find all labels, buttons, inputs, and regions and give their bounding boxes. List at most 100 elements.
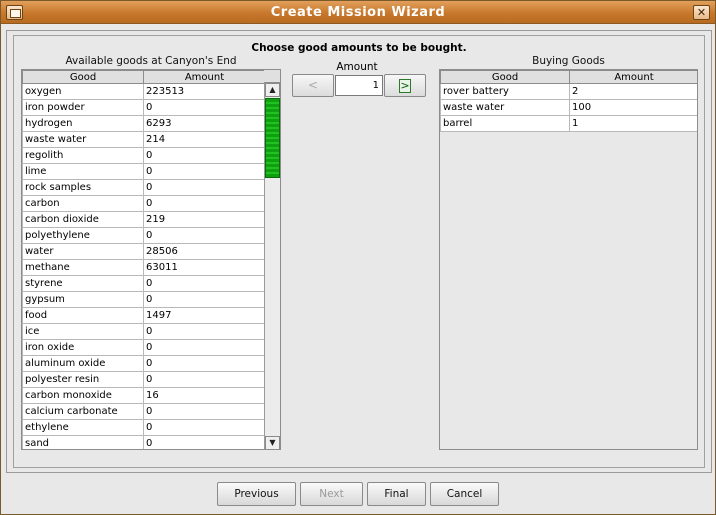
good-amount-cell[interactable]: 223513: [143, 83, 266, 100]
good-amount-cell[interactable]: 0: [143, 99, 266, 116]
increase-amount-button[interactable]: >: [384, 74, 426, 97]
table-row[interactable]: barrel 1: [440, 115, 697, 132]
good-name-cell[interactable]: ice: [22, 323, 144, 340]
good-name-cell[interactable]: regolith: [22, 147, 144, 164]
good-amount-cell[interactable]: 0: [143, 147, 266, 164]
good-name-cell[interactable]: iron oxide: [22, 339, 144, 356]
table-row[interactable]: waste water 214: [22, 131, 266, 148]
table-row[interactable]: waste water 100: [440, 99, 697, 116]
good-amount-cell[interactable]: 214: [143, 131, 266, 148]
table-row[interactable]: carbon 0: [22, 195, 266, 212]
good-name-cell[interactable]: iron powder: [22, 99, 144, 116]
next-button[interactable]: Next: [300, 482, 363, 506]
good-amount-cell[interactable]: 0: [143, 163, 266, 180]
scroll-down-icon[interactable]: ▼: [265, 436, 280, 449]
table-row[interactable]: gypsum 0: [22, 291, 266, 308]
title-bar[interactable]: Create Mission Wizard ✕: [1, 1, 715, 24]
good-name-cell[interactable]: food: [22, 307, 144, 324]
amount-label: Amount: [336, 61, 378, 73]
good-name-cell[interactable]: water: [22, 243, 144, 260]
table-row[interactable]: rover battery 2: [440, 83, 697, 100]
good-amount-cell[interactable]: 0: [143, 403, 266, 420]
good-amount-cell[interactable]: 0: [143, 419, 266, 436]
table-row[interactable]: iron oxide 0: [22, 339, 266, 356]
good-amount-cell[interactable]: 63011: [143, 259, 266, 276]
good-amount-cell[interactable]: 0: [143, 355, 266, 372]
good-amount-cell[interactable]: 100: [569, 99, 697, 116]
available-goods-scrollbar[interactable]: ▲ ▼: [264, 70, 280, 449]
good-name-cell[interactable]: styrene: [22, 275, 144, 292]
good-amount-cell[interactable]: 219: [143, 211, 266, 228]
good-amount-cell[interactable]: 0: [143, 371, 266, 388]
good-name-cell[interactable]: sand: [22, 435, 144, 449]
good-amount-cell[interactable]: 0: [143, 275, 266, 292]
available-goods-table: Good Amount oxygen 223513 iron powder 0 hydr…: [21, 69, 281, 450]
table-row[interactable]: iron powder 0: [22, 99, 266, 116]
good-name-cell[interactable]: waste water: [440, 99, 570, 116]
table-row[interactable]: ice 0: [22, 323, 266, 340]
good-amount-cell[interactable]: 1497: [143, 307, 266, 324]
good-name-cell[interactable]: rover battery: [440, 83, 570, 100]
table-row[interactable]: calcium carbonate 0: [22, 403, 266, 420]
good-name-cell[interactable]: carbon: [22, 195, 144, 212]
good-amount-cell[interactable]: 0: [143, 291, 266, 308]
table-row[interactable]: ethylene 0: [22, 419, 266, 436]
table-row[interactable]: rock samples 0: [22, 179, 266, 196]
table-row[interactable]: polyethylene 0: [22, 227, 266, 244]
cancel-button[interactable]: Cancel: [430, 482, 499, 506]
good-amount-cell[interactable]: 0: [143, 323, 266, 340]
table-row[interactable]: polyester resin 0: [22, 371, 266, 388]
good-name-cell[interactable]: methane: [22, 259, 144, 276]
good-amount-cell[interactable]: 0: [143, 227, 266, 244]
table-row[interactable]: sand 0: [22, 435, 266, 449]
table-row[interactable]: carbon dioxide 219: [22, 211, 266, 228]
table-row[interactable]: lime 0: [22, 163, 266, 180]
table-row[interactable]: water 28506: [22, 243, 266, 260]
good-name-cell[interactable]: ethylene: [22, 419, 144, 436]
good-name-cell[interactable]: waste water: [22, 131, 144, 148]
amount-input[interactable]: 1: [335, 75, 383, 96]
good-name-cell[interactable]: polyethylene: [22, 227, 144, 244]
decrease-amount-button[interactable]: <: [292, 74, 334, 97]
good-amount-cell[interactable]: 0: [143, 339, 266, 356]
good-name-cell[interactable]: barrel: [440, 115, 570, 132]
column-header-good[interactable]: Good: [22, 70, 144, 84]
available-goods-label: Available goods at Canyon's End: [65, 55, 237, 67]
good-name-cell[interactable]: carbon dioxide: [22, 211, 144, 228]
good-name-cell[interactable]: rock samples: [22, 179, 144, 196]
buying-goods-label: Buying Goods: [532, 55, 605, 67]
column-header-amount[interactable]: Amount: [143, 70, 266, 84]
good-name-cell[interactable]: aluminum oxide: [22, 355, 144, 372]
good-name-cell[interactable]: lime: [22, 163, 144, 180]
good-amount-cell[interactable]: 0: [143, 195, 266, 212]
close-icon[interactable]: ✕: [693, 5, 710, 20]
table-row[interactable]: styrene 0: [22, 275, 266, 292]
good-name-cell[interactable]: oxygen: [22, 83, 144, 100]
table-row[interactable]: hydrogen 6293: [22, 115, 266, 132]
good-amount-cell[interactable]: 0: [143, 179, 266, 196]
good-name-cell[interactable]: gypsum: [22, 291, 144, 308]
scroll-up-icon[interactable]: ▲: [265, 83, 280, 97]
good-amount-cell[interactable]: 16: [143, 387, 266, 404]
good-amount-cell[interactable]: 28506: [143, 243, 266, 260]
column-header-good[interactable]: Good: [440, 70, 570, 84]
good-amount-cell[interactable]: 1: [569, 115, 697, 132]
table-row[interactable]: aluminum oxide 0: [22, 355, 266, 372]
good-name-cell[interactable]: hydrogen: [22, 115, 144, 132]
table-row[interactable]: regolith 0: [22, 147, 266, 164]
column-header-amount[interactable]: Amount: [569, 70, 697, 84]
previous-button[interactable]: Previous: [217, 482, 296, 506]
table-row[interactable]: oxygen 223513: [22, 83, 266, 100]
good-amount-cell[interactable]: 2: [569, 83, 697, 100]
good-name-cell[interactable]: carbon monoxide: [22, 387, 144, 404]
table-row[interactable]: methane 63011: [22, 259, 266, 276]
good-amount-cell[interactable]: 6293: [143, 115, 266, 132]
good-amount-cell[interactable]: 0: [143, 435, 266, 449]
scroll-thumb[interactable]: [265, 98, 280, 178]
final-button[interactable]: Final: [367, 482, 426, 506]
good-name-cell[interactable]: calcium carbonate: [22, 403, 144, 420]
table-row[interactable]: food 1497: [22, 307, 266, 324]
table-row[interactable]: carbon monoxide 16: [22, 387, 266, 404]
good-name-cell[interactable]: polyester resin: [22, 371, 144, 388]
scroll-track[interactable]: [265, 97, 280, 436]
